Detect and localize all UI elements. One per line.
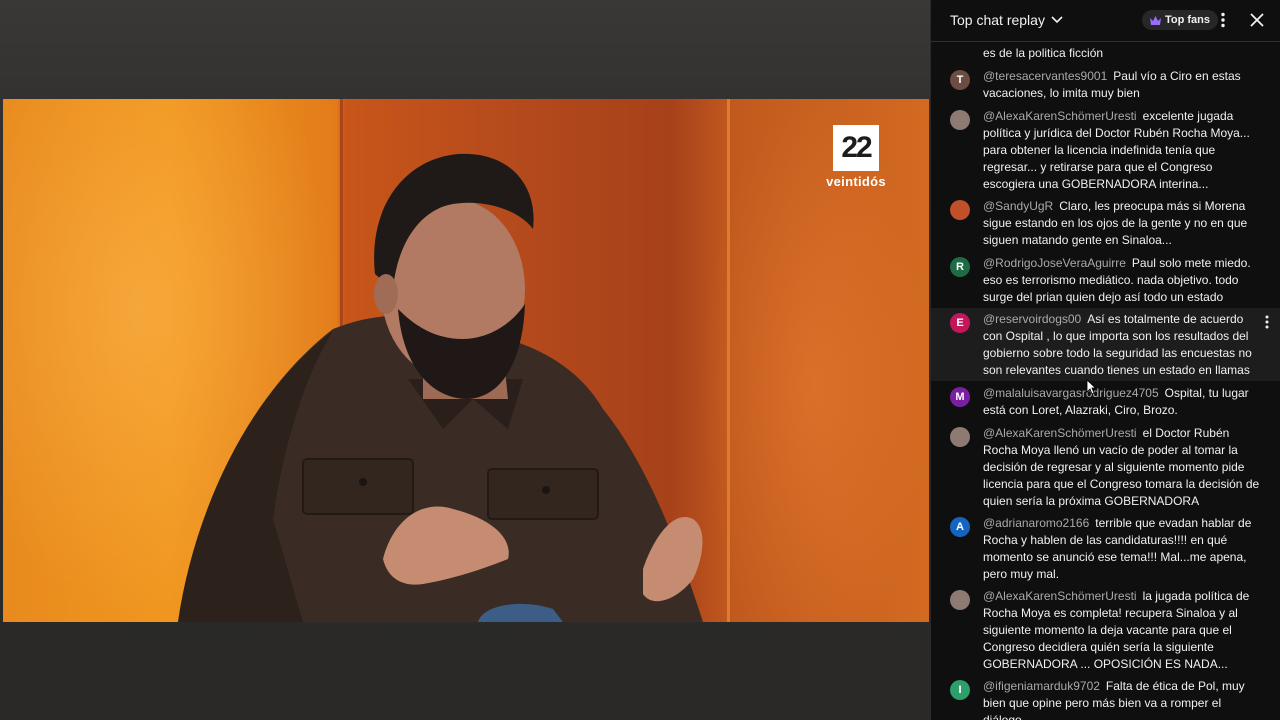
top-fans-button[interactable]: Top fans [1142,10,1219,30]
chevron-down-icon [1051,16,1063,24]
chat-title: Top chat replay [950,12,1045,28]
message-author[interactable]: @AlexaKarenSchömerUresti [983,426,1137,440]
avatar[interactable]: A [950,517,970,537]
avatar[interactable] [950,110,970,130]
avatar[interactable]: M [950,387,970,407]
chat-message[interactable]: @SandyUgR Claro, les preocupa más si More… [931,198,1280,250]
chat-message-hovered[interactable]: E @reservoirdogs00 Así es totalmente de a… [931,308,1280,381]
avatar[interactable]: R [950,257,970,277]
mouse-cursor-icon [1086,379,1096,395]
channel-logo: 22 veintidós [821,125,891,189]
chat-message[interactable]: @AlexaKarenSchömerUresti el Doctor Rubén … [931,425,1280,511]
chat-header: Top chat replay Top fans [931,0,1280,42]
avatar[interactable] [950,427,970,447]
message-author[interactable]: @RodrigoJoseVeraAguirre [983,256,1126,270]
chat-message[interactable]: @AlexaKarenSchömerUresti la jugada políti… [931,588,1280,674]
channel-logo-word: veintidós [826,174,886,189]
message-author[interactable]: @SandyUgR [983,199,1053,213]
message-author[interactable]: @reservoirdogs00 [983,312,1081,326]
chat-message[interactable]: A @adrianaromo2166 terrible que evadan ha… [931,515,1280,583]
chat-message[interactable]: R @RodrigoJoseVeraAguirre Paul solo mete … [931,255,1280,307]
presenter-figure [178,153,703,622]
channel-logo-number: 22 [833,125,879,171]
avatar[interactable]: T [950,70,970,90]
message-author[interactable]: @ifigeniamarduk9702 [983,679,1100,693]
avatar[interactable] [950,200,970,220]
chat-message[interactable]: M @malaluisavargasrodriguez4705 Ospital, … [931,385,1280,421]
message-author[interactable]: @teresacervantes9001 [983,69,1107,83]
chat-message-list[interactable]: es de la politica ficción T @teresacerva… [931,42,1280,720]
crown-icon [1150,15,1161,25]
message-menu-icon[interactable] [1261,314,1273,330]
message-author[interactable]: @malaluisavargasrodriguez4705 [983,386,1159,400]
avatar[interactable]: I [950,680,970,700]
top-fans-label: Top fans [1165,14,1211,26]
message-author[interactable]: @AlexaKarenSchömerUresti [983,109,1137,123]
chat-mode-dropdown[interactable]: Top chat replay [950,12,1063,28]
message-author[interactable]: @adrianaromo2166 [983,516,1089,530]
chat-message[interactable]: I @ifigeniamarduk9702 Falta de ética de P… [931,678,1280,720]
close-icon[interactable] [1248,11,1266,29]
video-player[interactable]: 22 veintidós [0,0,930,720]
message-author[interactable]: @AlexaKarenSchömerUresti [983,589,1137,603]
chat-message[interactable]: @AlexaKarenSchömerUresti excelente jugada… [931,108,1280,191]
avatar[interactable] [950,590,970,610]
avatar[interactable]: E [950,313,970,333]
chat-panel: Top chat replay Top fans es de la politi… [930,0,1280,720]
chat-message[interactable]: T @teresacervantes9001 Paul vío a Ciro en… [931,68,1280,104]
message-text: es de la politica ficción [983,46,1104,60]
video-frame[interactable]: 22 veintidós [3,99,929,622]
more-vert-icon[interactable] [1214,11,1232,29]
